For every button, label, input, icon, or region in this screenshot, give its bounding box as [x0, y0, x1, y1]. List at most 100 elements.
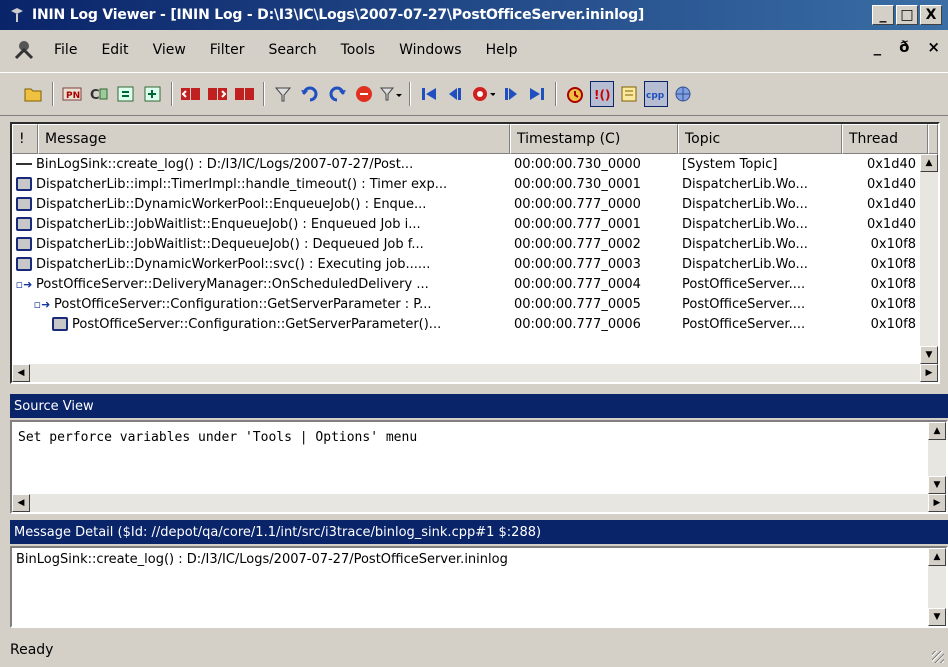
thread-cell: 0x1d40: [866, 216, 916, 232]
trace-icon[interactable]: [563, 81, 587, 107]
menu-search[interactable]: Search: [256, 42, 328, 58]
detail-vertical-scrollbar[interactable]: ▲ ▼: [928, 548, 946, 626]
app-title-icon: [8, 6, 26, 24]
mdi-close-button[interactable]: ×: [927, 38, 940, 56]
thread-cell: 0x10f8: [870, 296, 916, 312]
record-icon[interactable]: [471, 81, 495, 107]
scroll-track[interactable]: [920, 172, 938, 346]
log-icon[interactable]: PN: [60, 81, 84, 107]
scroll-left-button[interactable]: ◀: [12, 364, 30, 382]
source-vertical-scrollbar[interactable]: ▲ ▼: [928, 422, 946, 494]
count-icon[interactable]: !(): [590, 81, 614, 107]
menu-filter[interactable]: Filter: [198, 42, 257, 58]
column-header-timestamp[interactable]: Timestamp (C): [510, 124, 678, 154]
filter-icon[interactable]: [271, 81, 295, 107]
message-cell: DispatcherLib::impl::TimerImpl::handle_t…: [12, 177, 510, 192]
undo-icon[interactable]: [298, 81, 322, 107]
thread-cell: 0x10f8: [870, 276, 916, 292]
thread-cell: 0x10f8: [870, 236, 916, 252]
detail-scroll-down-button[interactable]: ▼: [928, 608, 946, 626]
menu-help[interactable]: Help: [474, 42, 530, 58]
notes-icon[interactable]: [617, 81, 641, 107]
source-view-text: Set perforce variables under 'Tools | Op…: [18, 430, 418, 445]
table-row[interactable]: ▫➜ PostOfficeServer::DeliveryManager::OnS…: [12, 274, 920, 294]
prev-icon[interactable]: [444, 81, 468, 107]
refresh-all-icon[interactable]: [141, 81, 165, 107]
table-row[interactable]: DispatcherLib::JobWaitlist::DequeueJob()…: [12, 234, 920, 254]
globe-icon[interactable]: [671, 81, 695, 107]
topic-cell: DispatcherLib.Wo...: [682, 196, 808, 212]
trace-box-icon: [16, 257, 32, 271]
trace-box-icon: [16, 237, 32, 251]
stop-icon[interactable]: [352, 81, 376, 107]
source-scroll-up-button[interactable]: ▲: [928, 422, 946, 440]
toolbar-separator: [555, 82, 557, 106]
bookmark-next-icon[interactable]: [206, 81, 230, 107]
scroll-right-button[interactable]: ▶: [920, 364, 938, 382]
column-header-topic[interactable]: Topic: [678, 124, 842, 154]
message-detail-pane[interactable]: BinLogSink::create_log() : D:/I3/IC/Logs…: [10, 546, 948, 628]
bookmark-icon[interactable]: [233, 81, 257, 107]
message-text: BinLogSink::create_log() : D:/I3/IC/Logs…: [36, 156, 414, 172]
mdi-restore-button[interactable]: ð: [899, 38, 909, 56]
cpp-icon[interactable]: cpp: [644, 81, 668, 107]
bookmark-prev-icon[interactable]: [179, 81, 203, 107]
menu-edit[interactable]: Edit: [89, 42, 140, 58]
menu-view[interactable]: View: [141, 42, 198, 58]
source-view-pane[interactable]: Set perforce variables under 'Tools | Op…: [10, 420, 948, 514]
log-grid[interactable]: ! Message Timestamp (C) Topic Thread Bin…: [10, 122, 940, 384]
table-row[interactable]: DispatcherLib::DynamicWorkerPool::svc() …: [12, 254, 920, 274]
next-icon[interactable]: [498, 81, 522, 107]
scroll-up-button[interactable]: ▲: [920, 154, 938, 172]
grid-header: ! Message Timestamp (C) Topic Thread: [12, 124, 938, 154]
menu-file[interactable]: File: [42, 42, 89, 58]
topic-cell: [System Topic]: [682, 156, 778, 172]
table-row[interactable]: ▫➜ PostOfficeServer::Configuration::GetSe…: [12, 294, 920, 314]
message-text: PostOfficeServer::DeliveryManager::OnSch…: [36, 276, 429, 292]
minimize-button[interactable]: _: [872, 5, 894, 25]
first-icon[interactable]: [417, 81, 441, 107]
status-bar: Ready: [0, 632, 948, 667]
grid-vertical-scrollbar[interactable]: ▲ ▼: [920, 154, 938, 364]
message-cell: ▫➜ PostOfficeServer::DeliveryManager::OnS…: [12, 277, 510, 292]
message-text: DispatcherLib::impl::TimerImpl::handle_t…: [36, 176, 448, 192]
message-text: DispatcherLib::JobWaitlist::DequeueJob()…: [36, 236, 424, 252]
table-row[interactable]: DispatcherLib::impl::TimerImpl::handle_t…: [12, 174, 920, 194]
app-menu-icon[interactable]: [10, 36, 38, 64]
thread-cell: 0x1d40: [866, 156, 916, 172]
menu-windows[interactable]: Windows: [387, 42, 474, 58]
redo-icon[interactable]: [325, 81, 349, 107]
source-view-header: Source View: [10, 394, 948, 418]
detail-scroll-up-button[interactable]: ▲: [928, 548, 946, 566]
table-row[interactable]: PostOfficeServer::Configuration::GetServ…: [12, 314, 920, 334]
source-scroll-left-button[interactable]: ◀: [12, 494, 30, 512]
filter-options-icon[interactable]: [379, 81, 403, 107]
table-row[interactable]: DispatcherLib::JobWaitlist::EnqueueJob()…: [12, 214, 920, 234]
column-header-thread[interactable]: Thread: [842, 124, 928, 154]
open-folder-icon[interactable]: [22, 81, 46, 107]
grid-horizontal-scrollbar[interactable]: ◀ ▶: [12, 364, 938, 382]
scroll-down-button[interactable]: ▼: [920, 346, 938, 364]
table-row[interactable]: BinLogSink::create_log() : D:/I3/IC/Logs…: [12, 154, 920, 174]
last-icon[interactable]: [525, 81, 549, 107]
title-bar[interactable]: ININ Log Viewer - [ININ Log - D:\I3\IC\L…: [0, 0, 948, 30]
toolbar-separator: [171, 82, 173, 106]
svg-text:cpp: cpp: [646, 91, 665, 101]
resize-grip[interactable]: [932, 651, 944, 663]
topic-cell: PostOfficeServer....: [682, 276, 806, 292]
process-icon[interactable]: C: [87, 81, 111, 107]
menu-tools[interactable]: Tools: [329, 42, 388, 58]
mdi-minimize-button[interactable]: _: [874, 38, 882, 56]
column-header-flag[interactable]: !: [12, 124, 38, 154]
restore-button[interactable]: □: [896, 5, 918, 25]
source-horizontal-scrollbar[interactable]: ◀ ▶: [12, 494, 946, 512]
source-scroll-right-button[interactable]: ▶: [928, 494, 946, 512]
message-cell: DispatcherLib::JobWaitlist::DequeueJob()…: [12, 237, 510, 252]
close-button[interactable]: X: [920, 5, 942, 25]
column-header-message[interactable]: Message: [38, 124, 510, 154]
timestamp-cell: 00:00:00.777_0005: [514, 296, 641, 312]
table-row[interactable]: DispatcherLib::DynamicWorkerPool::Enqueu…: [12, 194, 920, 214]
source-scroll-down-button[interactable]: ▼: [928, 476, 946, 494]
refresh-icon[interactable]: [114, 81, 138, 107]
message-cell: DispatcherLib::DynamicWorkerPool::Enqueu…: [12, 197, 510, 212]
